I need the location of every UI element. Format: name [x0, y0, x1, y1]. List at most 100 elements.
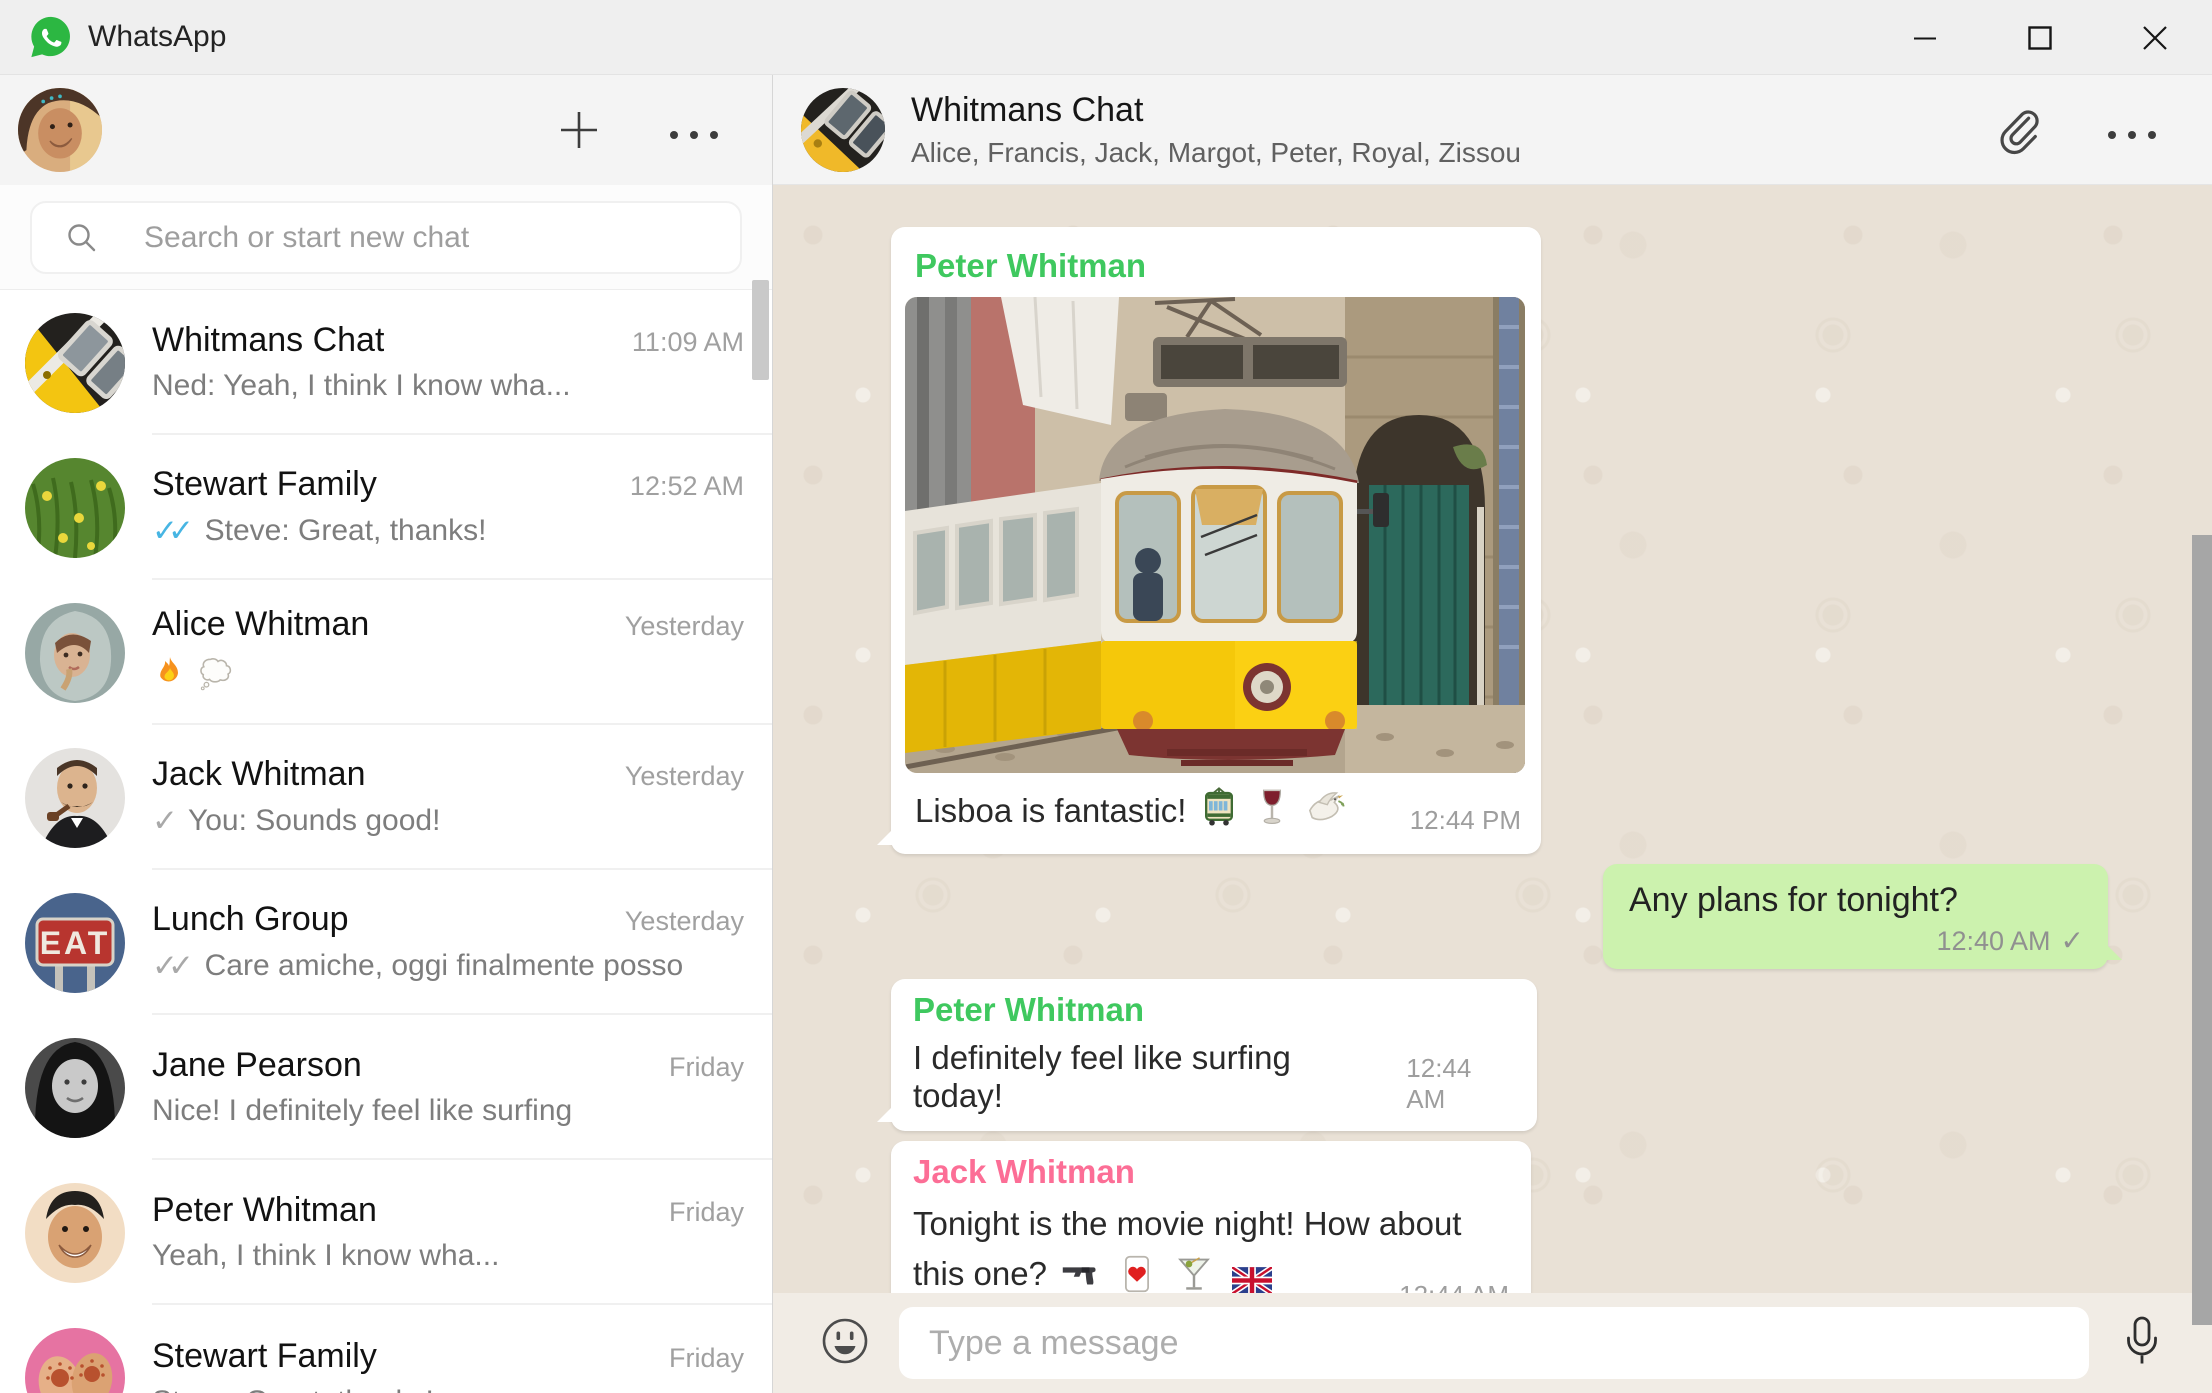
- conversation-titles: Whitmans Chat Alice, Francis, Jack, Marg…: [911, 91, 1521, 169]
- avatar-man-with-pipe: [25, 747, 125, 848]
- chat-list-item-lunch-group[interactable]: EAT Lunch Group Yesterday ✓✓ Care amiche…: [0, 870, 772, 1015]
- my-profile-avatar[interactable]: [18, 88, 102, 172]
- avatar-eat-sign: EAT: [25, 892, 125, 993]
- chat-list-item-jane-pearson[interactable]: Jane Pearson Friday Nice! I definitely f…: [0, 1015, 772, 1160]
- titlebar: WhatsApp: [0, 0, 2212, 75]
- avatar-woman-in-hood: [25, 602, 125, 703]
- svg-text:EAT: EAT: [40, 925, 111, 961]
- close-icon: [2142, 25, 2167, 50]
- message-scroll-area[interactable]: Peter Whitman Lisboa is fantastic! 12:44…: [773, 185, 2212, 1293]
- fire-emoji-icon: [152, 654, 188, 698]
- chat-time: Yesterday: [624, 760, 744, 791]
- tram-emoji-icon: [1198, 786, 1240, 836]
- chat-preview: Nice! I definitely feel like surfing: [152, 1093, 573, 1127]
- minimize-button[interactable]: [1867, 0, 1982, 75]
- chat-time: 11:09 AM: [631, 326, 744, 357]
- heart-card-emoji-icon: [1117, 1254, 1157, 1294]
- avatar-bw-portrait: [25, 1037, 125, 1138]
- chat-list-item-jack-whitman[interactable]: Jack Whitman Yesterday ✓ You: Sounds goo…: [0, 725, 772, 870]
- chat-time: Friday: [668, 1196, 744, 1227]
- group-avatar-yellow-tram-front[interactable]: [801, 87, 885, 172]
- chat-scrollbar-thumb[interactable]: [2192, 535, 2212, 1325]
- chat-name: Whitmans Chat: [152, 320, 385, 359]
- message-time: 12:40 AM: [1936, 926, 2051, 956]
- message-sender[interactable]: Jack Whitman: [913, 1153, 1507, 1191]
- message-text: Any plans for tonight?: [1629, 881, 1958, 919]
- chat-name: Alice Whitman: [152, 604, 370, 643]
- message-caption: Lisboa is fantastic! 12:44 PM: [915, 786, 1521, 836]
- chat-time: Friday: [668, 1051, 744, 1082]
- ellipsis-icon: [2108, 131, 2156, 139]
- chat-preview-emojis: [152, 653, 744, 699]
- emoji-picker-button[interactable]: [819, 1315, 871, 1372]
- new-chat-button[interactable]: [556, 107, 602, 158]
- minimize-icon: [1913, 37, 1936, 39]
- voice-message-button[interactable]: [2119, 1314, 2165, 1373]
- close-button[interactable]: [2097, 0, 2212, 75]
- sent-tick-icon: ✓: [152, 802, 178, 838]
- message-incoming-text: Peter Whitman I definitely feel like sur…: [877, 979, 1537, 1131]
- martini-glass-emoji-icon: [1174, 1254, 1214, 1294]
- sidebar-scrollbar-thumb[interactable]: [752, 280, 769, 380]
- chat-preview: ✓✓ Care amiche, oggi finalmente posso: [152, 947, 684, 983]
- sidebar-menu-button[interactable]: [668, 127, 722, 145]
- sent-tick-icon: ✓: [2060, 925, 2084, 956]
- thought-balloon-emoji-icon: [198, 653, 236, 699]
- conversation-pane: Whitmans Chat Alice, Francis, Jack, Marg…: [773, 75, 2212, 1393]
- uk-flag-emoji-icon: [1230, 1258, 1274, 1293]
- chat-name: Peter Whitman: [152, 1190, 377, 1229]
- whatsapp-window: WhatsApp Search or start new chat Whitma…: [0, 0, 2212, 1393]
- chat-list: Whitmans Chat 11:09 AM Ned: Yeah, I thin…: [0, 290, 772, 1393]
- message-incoming-text-emojis: Jack Whitman Tonight is the movie night!…: [891, 1141, 1531, 1293]
- message-text: I definitely feel like surfing today!: [913, 1039, 1291, 1114]
- chat-time: Yesterday: [624, 610, 744, 641]
- message-sender[interactable]: Peter Whitman: [913, 991, 1513, 1029]
- conversation-menu-button[interactable]: [2106, 127, 2160, 145]
- chat-list-item-whitmans-chat[interactable]: Whitmans Chat 11:09 AM Ned: Yeah, I thin…: [0, 290, 772, 435]
- message-text: Tonight is the movie night! How about th…: [913, 1199, 1507, 1293]
- chat-list-item-stewart-family[interactable]: Stewart Family 12:52 AM ✓✓ Steve: Great,…: [0, 435, 772, 580]
- microphone-icon: [2127, 1316, 2157, 1363]
- chat-list-item-alice-whitman[interactable]: Alice Whitman Yesterday: [0, 580, 772, 725]
- window-title: WhatsApp: [88, 20, 227, 53]
- chat-name: Jack Whitman: [152, 754, 366, 793]
- dove-emoji-icon: [1304, 786, 1346, 836]
- message-sender[interactable]: Peter Whitman: [915, 247, 1527, 285]
- whatsapp-logo-icon: [31, 16, 70, 58]
- message-time: 12:44 AM: [1406, 1053, 1472, 1114]
- message-meta: 12:40 AM ✓: [1629, 924, 2084, 957]
- chat-list-item-stewart-family-2[interactable]: Stewart Family Friday Steve: Great, than…: [0, 1305, 772, 1393]
- maximize-button[interactable]: [1982, 0, 2097, 75]
- pistol-emoji-icon: [1060, 1254, 1100, 1294]
- search-box[interactable]: [30, 201, 742, 274]
- avatar-smiling-man: [25, 1182, 125, 1283]
- attach-button[interactable]: [1992, 105, 2044, 162]
- conversation-title: Whitmans Chat: [911, 90, 1144, 129]
- chat-time: 12:52 AM: [629, 470, 744, 501]
- wine-glass-emoji-icon: [1252, 787, 1292, 835]
- chat-preview: Yeah, I think I know wha...: [152, 1238, 500, 1272]
- message-input[interactable]: [899, 1323, 2089, 1363]
- chat-list-item-peter-whitman[interactable]: Peter Whitman Friday Yeah, I think I kno…: [0, 1160, 772, 1305]
- message-photo-lisbon-tram[interactable]: [905, 297, 1525, 773]
- read-ticks-blue-icon: ✓✓: [152, 512, 194, 548]
- chat-time: Friday: [668, 1342, 744, 1373]
- message-time: 12:44 AM: [1399, 1280, 1509, 1293]
- message-input-box[interactable]: [899, 1307, 2089, 1379]
- avatar-yellow-tram-closeup: [25, 312, 125, 413]
- conversation-header[interactable]: Whitmans Chat Alice, Francis, Jack, Marg…: [773, 75, 2212, 185]
- message-outgoing-text: Any plans for tonight? 12:40 AM ✓: [1603, 864, 2122, 969]
- bubble-tail: [877, 1106, 893, 1122]
- chat-name: Stewart Family: [152, 1336, 377, 1375]
- bubble-tail: [2106, 944, 2122, 960]
- search-input[interactable]: [100, 220, 740, 255]
- composer-bar: [773, 1293, 2212, 1393]
- maximize-icon: [2027, 25, 2052, 50]
- search-section: [0, 185, 772, 290]
- message-time: 12:44 PM: [1409, 805, 1521, 835]
- sidebar: Whitmans Chat 11:09 AM Ned: Yeah, I thin…: [0, 75, 773, 1393]
- chat-preview: Ned: Yeah, I think I know wha...: [152, 368, 571, 402]
- ellipsis-icon: [670, 131, 718, 139]
- search-icon: [68, 223, 96, 251]
- conversation-participants: Alice, Francis, Jack, Margot, Peter, Roy…: [911, 136, 1521, 168]
